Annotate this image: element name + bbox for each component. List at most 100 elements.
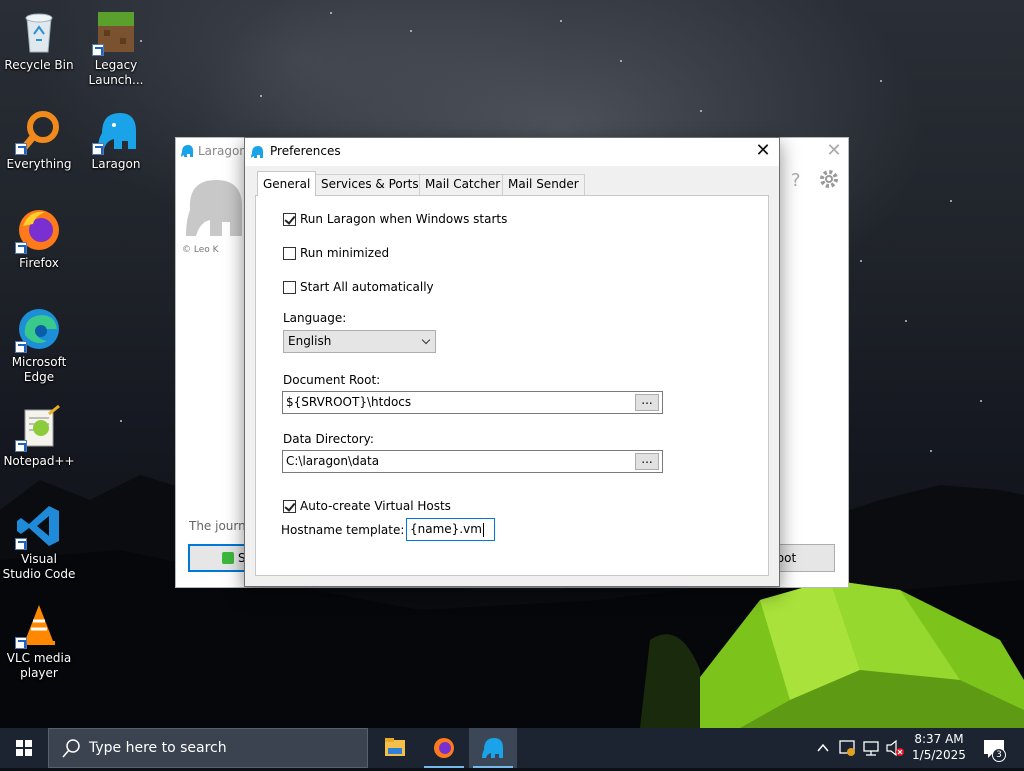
desktop-icon-laragon[interactable]: Laragon bbox=[78, 107, 154, 172]
clock[interactable]: 8:37 AM 1/5/2025 bbox=[908, 728, 970, 768]
laragon-elephant-icon bbox=[92, 107, 140, 155]
desktop-icon-vlc[interactable]: VLC media player bbox=[1, 601, 77, 681]
clock-date: 1/5/2025 bbox=[912, 748, 966, 762]
volume-muted-icon bbox=[886, 739, 904, 757]
desktop-icon-legacy-launcher[interactable]: Legacy Launch... bbox=[78, 8, 154, 88]
hostname-template-field[interactable]: {name}.vm bbox=[406, 518, 495, 541]
desktop-icon-firefox[interactable]: Firefox bbox=[1, 206, 77, 271]
desktop-icon-label: VLC media player bbox=[6, 651, 72, 680]
firefox-icon bbox=[434, 738, 454, 758]
desktop-icon-notepadpp[interactable]: Notepad++ bbox=[1, 404, 77, 469]
taskbar-file-explorer[interactable] bbox=[371, 728, 419, 768]
everything-search-icon bbox=[15, 107, 63, 155]
chevron-up-icon bbox=[817, 743, 829, 752]
desktop-icon-label: Laragon bbox=[91, 157, 141, 171]
laragon-window-icon bbox=[180, 144, 194, 158]
desktop-icon-edge[interactable]: Microsoft Edge bbox=[1, 305, 77, 385]
chevron-down-icon bbox=[421, 335, 431, 345]
language-value: English bbox=[288, 334, 332, 348]
general-tab-panel: Run Laragon when Windows starts Run mini… bbox=[255, 195, 769, 576]
taskbar-laragon[interactable] bbox=[469, 728, 517, 768]
checkbox-box[interactable] bbox=[283, 499, 296, 513]
laragon-elephant-icon bbox=[482, 738, 503, 758]
search-box[interactable]: Type here to search bbox=[48, 728, 368, 768]
copyright-text: © Leo K bbox=[182, 245, 219, 255]
taskbar-firefox[interactable] bbox=[420, 728, 468, 768]
notepadpp-icon bbox=[15, 404, 63, 452]
data-directory-label: Data Directory: bbox=[283, 432, 374, 446]
desktop-icon-label: Recycle Bin bbox=[4, 58, 74, 72]
clock-time: 8:37 AM bbox=[914, 732, 964, 746]
data-directory-value: C:\laragon\data bbox=[286, 454, 380, 468]
tab-services-ports[interactable]: Services & Ports bbox=[315, 174, 425, 195]
hostname-template-value: {name}.vm bbox=[410, 522, 482, 536]
auto-virtual-hosts-checkbox[interactable]: Auto-create Virtual Hosts bbox=[283, 499, 451, 513]
tab-general[interactable]: General bbox=[257, 171, 317, 196]
desktop-icon-label: Firefox bbox=[19, 256, 59, 270]
laragon-close-button[interactable]: ✕ bbox=[816, 138, 852, 166]
gear-icon[interactable] bbox=[818, 168, 840, 193]
shortcut-arrow-icon bbox=[92, 143, 104, 155]
desktop-icon-label: Legacy Launch... bbox=[88, 58, 144, 87]
start-all-checkbox[interactable]: Start All automatically bbox=[283, 280, 434, 294]
desktop-icon-label: Microsoft Edge bbox=[11, 355, 67, 384]
preferences-titlebar[interactable]: Preferences ✕ bbox=[245, 138, 779, 166]
volume-button[interactable] bbox=[884, 728, 906, 768]
preferences-title: Preferences bbox=[270, 144, 341, 158]
tab-mail-sender[interactable]: Mail Sender bbox=[502, 174, 585, 195]
run-minimized-checkbox[interactable]: Run minimized bbox=[283, 246, 389, 260]
shortcut-arrow-icon bbox=[15, 440, 27, 452]
preferences-dialog[interactable]: Preferences ✕ General Services & Ports M… bbox=[244, 137, 780, 587]
desktop-icon-recycle-bin[interactable]: Recycle Bin bbox=[1, 8, 77, 73]
desktop-icon-label: Notepad++ bbox=[3, 454, 75, 468]
action-center-button[interactable]: 3 bbox=[978, 728, 1010, 768]
security-icon bbox=[839, 740, 855, 756]
network-button[interactable] bbox=[860, 728, 882, 768]
start-button[interactable] bbox=[0, 728, 48, 768]
checkbox-box[interactable] bbox=[283, 246, 296, 260]
minecraft-icon bbox=[92, 8, 140, 56]
checkbox-label: Run minimized bbox=[300, 246, 390, 260]
checkbox-box[interactable] bbox=[283, 212, 296, 226]
help-icon[interactable]: ? bbox=[791, 170, 801, 191]
taskbar: Type here to search 8:37 AM 1/5/2025 3 bbox=[0, 728, 1024, 768]
laragon-window-icon bbox=[250, 145, 264, 159]
desktop-icon-label: Visual Studio Code bbox=[2, 552, 76, 581]
hostname-template-label: Hostname template: bbox=[281, 523, 405, 537]
document-root-field[interactable]: ${SRVROOT}\htdocs bbox=[282, 391, 663, 414]
tab-mail-catcher[interactable]: Mail Catcher bbox=[419, 174, 507, 195]
search-icon bbox=[62, 739, 80, 758]
laragon-logo-icon bbox=[182, 170, 246, 245]
network-icon bbox=[863, 741, 879, 756]
document-root-value: ${SRVROOT}\htdocs bbox=[286, 395, 412, 409]
shortcut-arrow-icon bbox=[92, 44, 104, 56]
shortcut-arrow-icon bbox=[15, 538, 27, 550]
checkbox-label: Auto-create Virtual Hosts bbox=[300, 499, 451, 513]
desktop-icon-label: Everything bbox=[6, 157, 72, 171]
close-button[interactable]: ✕ bbox=[745, 138, 781, 166]
checkbox-label: Start All automatically bbox=[300, 280, 434, 294]
notification-icon bbox=[984, 740, 1004, 758]
windows-logo-icon bbox=[16, 740, 32, 756]
firefox-icon bbox=[15, 206, 63, 254]
file-explorer-icon bbox=[385, 738, 405, 756]
desktop-icon-everything[interactable]: Everything bbox=[1, 107, 77, 172]
notification-count: 3 bbox=[992, 748, 1006, 762]
search-placeholder: Type here to search bbox=[89, 740, 227, 756]
checkbox-box[interactable] bbox=[283, 280, 296, 294]
data-directory-field[interactable]: C:\laragon\data bbox=[282, 450, 663, 473]
show-hidden-icons-button[interactable] bbox=[812, 728, 834, 768]
vlc-icon bbox=[15, 601, 63, 649]
run-on-startup-checkbox[interactable]: Run Laragon when Windows starts bbox=[283, 212, 507, 226]
data-directory-browse-button[interactable]: ... bbox=[635, 453, 659, 470]
language-select[interactable]: English bbox=[283, 330, 436, 353]
text-cursor bbox=[482, 522, 484, 537]
language-label: Language: bbox=[283, 311, 347, 325]
tray-app-icon[interactable] bbox=[836, 728, 858, 768]
shortcut-arrow-icon bbox=[15, 637, 27, 649]
shortcut-arrow-icon bbox=[15, 242, 27, 254]
laragon-window-title: Laragon bbox=[198, 144, 247, 158]
desktop-icon-vscode[interactable]: Visual Studio Code bbox=[1, 502, 77, 582]
shortcut-arrow-icon bbox=[15, 341, 27, 353]
document-root-browse-button[interactable]: ... bbox=[635, 394, 659, 411]
